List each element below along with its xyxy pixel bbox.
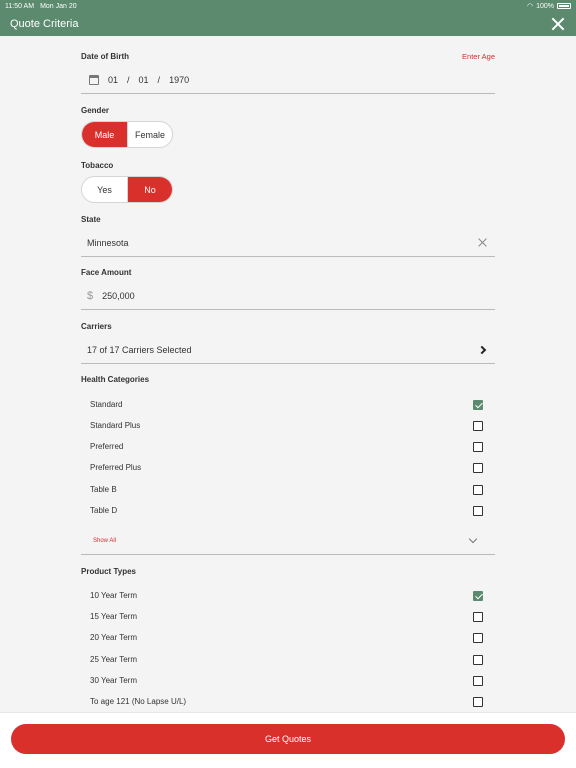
show-all-row[interactable]: Show All bbox=[81, 527, 495, 555]
tobacco-label: Tobacco bbox=[81, 161, 114, 170]
list-item-label: 15 Year Term bbox=[90, 612, 137, 621]
health-categories-label: Health Categories bbox=[81, 375, 150, 384]
health-item-preferred[interactable]: Preferred bbox=[90, 436, 486, 457]
gender-segmented: Male Female bbox=[81, 121, 173, 148]
face-amount-label: Face Amount bbox=[81, 268, 132, 277]
close-icon[interactable] bbox=[550, 16, 566, 32]
status-bar: 11:50 AM Mon Jan 20 ◠ 100% bbox=[0, 0, 576, 12]
dob-month[interactable]: 01 bbox=[108, 75, 118, 85]
carriers-label: Carriers bbox=[81, 322, 112, 331]
face-amount-field[interactable]: $ 250,000 bbox=[81, 282, 495, 310]
chevron-right-icon bbox=[477, 345, 487, 354]
checkbox[interactable] bbox=[473, 441, 483, 452]
dob-sep-1: / bbox=[127, 74, 130, 85]
checkbox[interactable] bbox=[473, 611, 483, 622]
list-item-label: Table B bbox=[90, 485, 117, 494]
checkbox[interactable] bbox=[473, 675, 483, 686]
status-time: 11:50 AM bbox=[5, 2, 35, 10]
checkbox[interactable] bbox=[473, 654, 483, 665]
chevron-down-icon[interactable] bbox=[468, 534, 478, 544]
checkbox[interactable] bbox=[473, 632, 483, 643]
product-item-20-year[interactable]: 20 Year Term bbox=[90, 627, 486, 648]
health-item-preferred-plus[interactable]: Preferred Plus bbox=[90, 457, 486, 478]
wifi-icon: ◠ bbox=[526, 3, 534, 10]
gender-male-option[interactable]: Male bbox=[82, 122, 127, 147]
checkbox[interactable] bbox=[473, 462, 483, 473]
carriers-field[interactable]: 17 of 17 Carriers Selected bbox=[81, 336, 495, 364]
product-item-age-121[interactable]: To age 121 (No Lapse U/L) bbox=[90, 691, 486, 712]
show-all-link[interactable]: Show All bbox=[93, 538, 116, 544]
health-item-table-b[interactable]: Table B bbox=[90, 479, 486, 500]
product-types-label: Product Types bbox=[81, 567, 136, 576]
dob-field[interactable]: 01 / 01 / 1970 bbox=[81, 66, 495, 94]
dob-sep-2: / bbox=[157, 74, 161, 85]
gender-label: Gender bbox=[81, 106, 110, 115]
battery-icon bbox=[557, 3, 571, 9]
tobacco-no-option[interactable]: No bbox=[127, 177, 172, 202]
footer-bar: Get Quotes bbox=[0, 712, 576, 768]
checkbox[interactable] bbox=[473, 420, 483, 431]
tobacco-segmented: Yes No bbox=[81, 176, 173, 203]
carriers-value: 17 of 17 Carriers Selected bbox=[87, 344, 192, 355]
checkbox-checked[interactable] bbox=[473, 590, 483, 601]
page-title: Quote Criteria bbox=[10, 18, 79, 30]
battery-percent: 100% bbox=[536, 2, 554, 10]
list-item-label: 25 Year Term bbox=[90, 655, 137, 664]
nav-bar: Quote Criteria bbox=[0, 12, 576, 36]
health-item-standard[interactable]: Standard bbox=[90, 394, 486, 415]
dob-label: Date of Birth bbox=[81, 52, 129, 61]
product-item-30-year[interactable]: 30 Year Term bbox=[90, 670, 486, 691]
checkbox[interactable] bbox=[473, 505, 483, 516]
clear-icon[interactable] bbox=[478, 238, 487, 247]
face-amount-value: 250,000 bbox=[102, 290, 135, 301]
list-item-label: 30 Year Term bbox=[90, 676, 137, 685]
list-item-label: To age 121 (No Lapse U/L) bbox=[90, 697, 187, 706]
health-item-table-d[interactable]: Table D bbox=[90, 500, 486, 521]
status-date: Mon Jan 20 bbox=[40, 2, 77, 10]
get-quotes-button[interactable]: Get Quotes bbox=[11, 724, 565, 754]
dob-day[interactable]: 01 bbox=[139, 75, 149, 85]
checkbox-checked[interactable] bbox=[473, 399, 483, 410]
dob-year[interactable]: 1970 bbox=[169, 75, 189, 85]
dollar-icon: $ bbox=[87, 289, 94, 302]
health-item-standard-plus[interactable]: Standard Plus bbox=[90, 415, 486, 436]
state-label: State bbox=[81, 215, 101, 224]
enter-age-link[interactable]: Enter Age bbox=[462, 52, 495, 61]
state-field[interactable]: Minnesota bbox=[81, 229, 495, 257]
state-value: Minnesota bbox=[87, 237, 129, 248]
gender-female-option[interactable]: Female bbox=[127, 122, 172, 147]
calendar-icon bbox=[89, 74, 99, 85]
list-item-label: 10 Year Term bbox=[90, 591, 137, 600]
checkbox[interactable] bbox=[473, 484, 483, 495]
product-item-25-year[interactable]: 25 Year Term bbox=[90, 649, 486, 670]
list-item-label: Table D bbox=[90, 506, 118, 515]
checkbox[interactable] bbox=[473, 696, 483, 707]
tobacco-yes-option[interactable]: Yes bbox=[82, 177, 127, 202]
list-item-label: Standard bbox=[90, 400, 123, 409]
list-item-label: Standard Plus bbox=[90, 421, 141, 430]
list-item-label: 20 Year Term bbox=[90, 633, 137, 642]
product-item-15-year[interactable]: 15 Year Term bbox=[90, 606, 486, 627]
list-item-label: Preferred bbox=[90, 442, 124, 451]
list-item-label: Preferred Plus bbox=[90, 463, 142, 472]
product-item-10-year[interactable]: 10 Year Term bbox=[90, 585, 486, 606]
